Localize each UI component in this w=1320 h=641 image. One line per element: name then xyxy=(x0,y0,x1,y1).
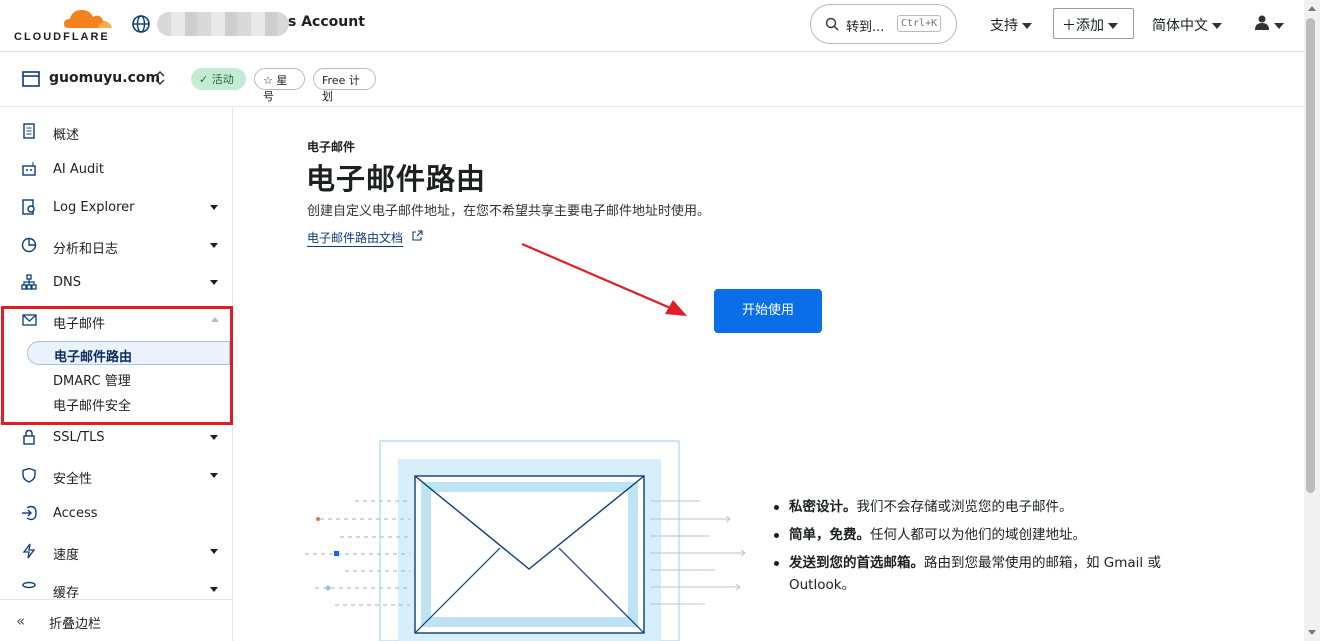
annotation-arrow xyxy=(521,242,687,316)
cloudflare-logo[interactable]: CLOUDFLARE xyxy=(14,6,114,46)
search-shortcut: Ctrl+K xyxy=(897,15,942,32)
page-title: 电子邮件路由 xyxy=(306,162,487,196)
network-icon xyxy=(21,274,37,290)
sidebar-item-label: DNS xyxy=(53,275,81,290)
sidebar-item-ai-audit[interactable]: AI Audit xyxy=(0,155,232,185)
sidebar-item-security[interactable]: 安全性 xyxy=(0,461,232,491)
double-chevron-left-icon: « xyxy=(16,612,26,630)
sidebar-item-label: 概述 xyxy=(53,128,80,143)
highlight-box xyxy=(1,306,233,425)
sidebar-item-ssl-tls[interactable]: SSL/TLS xyxy=(0,423,232,453)
scroll-up-icon[interactable] xyxy=(1308,6,1316,11)
collapse-sidebar-button[interactable]: « 折叠边栏 xyxy=(0,599,232,641)
status-badge: ✓ 活动 xyxy=(191,68,246,90)
chevron-down-icon xyxy=(210,280,218,285)
add-label: 添加 xyxy=(1076,18,1104,34)
collapse-sidebar-label: 折叠边栏 xyxy=(49,617,102,632)
get-started-button[interactable]: 开始使用 xyxy=(714,289,822,333)
chevron-down-icon xyxy=(1274,22,1284,29)
list-item: 简单，免费。任何人都可以为他们的域创建地址。 xyxy=(772,524,1202,546)
sidebar-item-label: AI Audit xyxy=(53,162,104,177)
feature-title: 私密设计。 xyxy=(789,499,857,515)
feature-list: 私密设计。我们不会存储或浏览您的电子邮件。 简单，免费。任何人都可以为他们的域创… xyxy=(772,496,1202,602)
account-name-redacted[interactable] xyxy=(157,12,289,36)
language-menu[interactable]: 简体中文 xyxy=(1152,15,1222,35)
page-description: 创建自定义电子邮件地址，在您不希望共享主要电子邮件地址时使用。 xyxy=(307,204,711,219)
check-icon: ✓ xyxy=(199,73,209,86)
lightning-icon xyxy=(22,543,36,559)
feature-title: 发送到您的首选邮箱。 xyxy=(789,555,924,571)
sidebar-item-analytics[interactable]: 分析和日志 xyxy=(0,231,232,261)
zone-switcher-icon[interactable] xyxy=(154,70,166,86)
star-icon: ☆ xyxy=(263,74,273,87)
chevron-down-icon xyxy=(210,549,218,554)
chevron-down-icon xyxy=(210,435,218,440)
chevron-down-icon xyxy=(210,473,218,478)
shield-icon xyxy=(22,467,36,483)
status-badge-label: 活动 xyxy=(211,73,234,86)
browser-window-icon xyxy=(22,71,40,87)
documentation-link[interactable]: 电子邮件路由文档 xyxy=(307,229,404,247)
feature-title: 简单，免费。 xyxy=(789,527,870,543)
storage-icon xyxy=(22,581,36,589)
plus-icon: ＋ xyxy=(1062,18,1076,34)
sidebar-item-label: 分析和日志 xyxy=(53,242,119,257)
chevron-down-icon xyxy=(1108,23,1118,29)
sidebar-item-access[interactable]: Access xyxy=(0,499,232,529)
logo-wordmark: CLOUDFLARE xyxy=(14,31,110,43)
chevron-down-icon xyxy=(210,205,218,210)
search-label: 转到... xyxy=(846,20,885,35)
support-menu[interactable]: 支持 xyxy=(990,15,1032,35)
sidebar-item-dns[interactable]: DNS xyxy=(0,268,232,298)
log-search-icon xyxy=(22,199,35,215)
sidebar-item-label: Log Explorer xyxy=(53,200,135,215)
breadcrumb: 电子邮件 xyxy=(307,140,356,154)
feature-text: 任何人都可以为他们的域创建地址。 xyxy=(870,527,1086,543)
sidebar-item-speed[interactable]: 速度 xyxy=(0,537,232,567)
list-item: 私密设计。我们不会存储或浏览您的电子邮件。 xyxy=(772,496,1202,518)
chevron-down-icon xyxy=(210,243,218,248)
sidebar-item-label: SSL/TLS xyxy=(53,430,105,445)
sidebar-item-log-explorer[interactable]: Log Explorer xyxy=(0,193,232,223)
plan-badge: Free 计划 xyxy=(313,68,376,103)
add-button[interactable]: ＋添加 xyxy=(1053,8,1134,39)
chevron-down-icon xyxy=(210,587,218,592)
top-header: CLOUDFLARE s Account 转到... Ctrl+K 支持 ＋添加… xyxy=(0,0,1304,52)
scrollbar-thumb[interactable] xyxy=(1306,18,1315,493)
document-icon xyxy=(23,123,35,139)
zone-bar: guomuyu.com ✓ 活动 ☆ 星号 Free 计划 xyxy=(0,53,1304,107)
chevron-down-icon xyxy=(1212,23,1222,29)
globe-icon xyxy=(132,15,150,33)
user-menu[interactable] xyxy=(1254,14,1284,34)
user-icon xyxy=(1255,15,1269,30)
sidebar-item-overview[interactable]: 概述 xyxy=(0,117,232,147)
sidebar-item-label: Access xyxy=(53,506,98,521)
email-illustration xyxy=(305,440,746,641)
language-label: 简体中文 xyxy=(1152,18,1208,34)
pie-chart-icon xyxy=(21,237,37,253)
support-label: 支持 xyxy=(990,18,1018,34)
lock-icon xyxy=(23,429,35,445)
sign-in-icon xyxy=(22,505,37,521)
scroll-down-icon[interactable] xyxy=(1308,630,1316,635)
star-button[interactable]: ☆ 星号 xyxy=(254,68,305,103)
external-link-icon[interactable] xyxy=(412,230,423,241)
account-name[interactable]: s Account xyxy=(288,14,365,30)
search-icon xyxy=(825,17,839,31)
sidebar-item-label: 安全性 xyxy=(53,472,93,487)
robot-icon xyxy=(22,162,36,176)
search-button[interactable]: 转到... Ctrl+K xyxy=(810,4,957,44)
feature-text: 我们不会存储或浏览您的电子邮件。 xyxy=(856,499,1073,515)
chevron-down-icon xyxy=(1022,23,1032,29)
zone-name[interactable]: guomuyu.com xyxy=(49,70,160,86)
list-item: 发送到您的首选邮箱。路由到您最常使用的邮箱，如 Gmail 或 Outlook。 xyxy=(772,552,1202,596)
sidebar-item-label: 速度 xyxy=(53,548,80,563)
